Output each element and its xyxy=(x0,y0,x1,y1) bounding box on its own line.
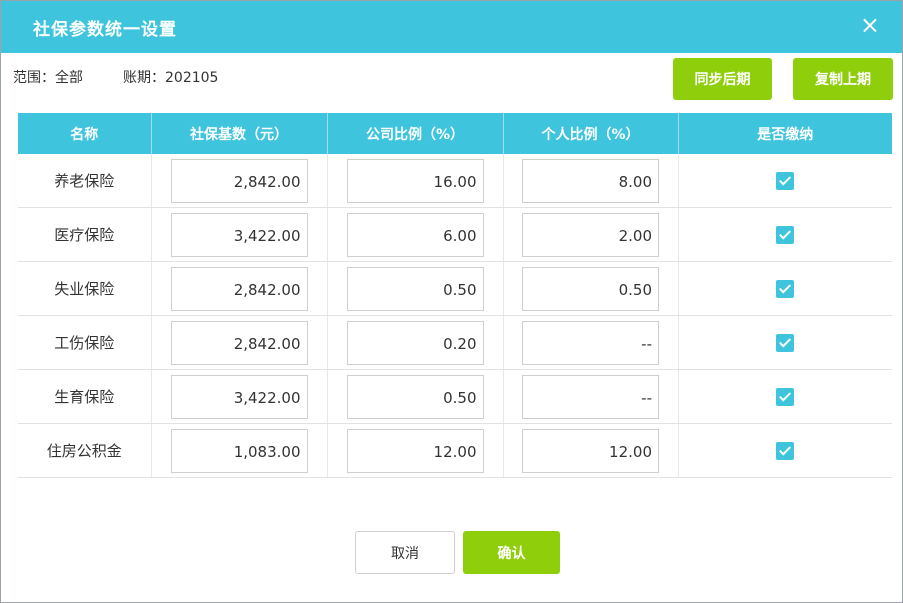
table-row: 住房公积金 1,083.00 12.00 12.00 xyxy=(18,423,892,478)
column-header-name: 名称 xyxy=(18,113,152,154)
company-rate-input[interactable]: 0.50 xyxy=(346,374,484,419)
column-header-paid: 是否缴纳 xyxy=(678,113,892,154)
paid-checkbox[interactable] xyxy=(776,333,795,352)
personal-rate-input[interactable]: 8.00 xyxy=(522,158,659,203)
settings-dialog: 社保参数统一设置 × 范围：全部 账期：202105 同步后期 复制上期 名称 … xyxy=(0,0,903,603)
row-name: 住房公积金 xyxy=(18,423,152,478)
base-input[interactable]: 2,842.00 xyxy=(170,158,308,203)
personal-rate-input[interactable]: -- xyxy=(522,320,659,365)
table-row: 养老保险 2,842.00 16.00 8.00 xyxy=(18,154,892,208)
paid-checkbox[interactable] xyxy=(776,441,795,460)
column-header-base: 社保基数（元） xyxy=(151,113,328,154)
insurance-table: 名称 社保基数（元） 公司比例（%） 个人比例（%） 是否缴纳 养老保险 2,8… xyxy=(18,113,892,478)
confirm-button[interactable]: 确认 xyxy=(463,531,560,574)
base-input[interactable]: 3,422.00 xyxy=(170,212,308,257)
scope-label: 范围：全部 xyxy=(13,70,83,86)
row-name: 养老保险 xyxy=(18,154,152,208)
paid-checkbox[interactable] xyxy=(776,171,795,190)
company-rate-input[interactable]: 16.00 xyxy=(346,158,484,203)
period-label: 账期：202105 xyxy=(123,70,219,86)
row-name: 工伤保险 xyxy=(18,315,152,370)
personal-rate-input[interactable]: -- xyxy=(522,374,659,419)
company-rate-input[interactable]: 6.00 xyxy=(346,212,484,257)
company-rate-input[interactable]: 0.20 xyxy=(346,320,484,365)
table-row: 失业保险 2,842.00 0.50 0.50 xyxy=(18,261,892,316)
base-input[interactable]: 2,842.00 xyxy=(170,320,308,365)
copy-previous-button[interactable]: 复制上期 xyxy=(793,58,893,100)
table-row: 生育保险 3,422.00 0.50 -- xyxy=(18,369,892,424)
base-input[interactable]: 2,842.00 xyxy=(170,266,308,311)
row-name: 医疗保险 xyxy=(18,207,152,262)
row-name: 失业保险 xyxy=(18,261,152,316)
table-row: 医疗保险 3,422.00 6.00 2.00 xyxy=(18,207,892,262)
company-rate-input[interactable]: 12.00 xyxy=(346,428,484,473)
paid-checkbox[interactable] xyxy=(776,387,795,406)
column-header-company-rate: 公司比例（%） xyxy=(327,113,504,154)
paid-checkbox[interactable] xyxy=(776,225,795,244)
personal-rate-input[interactable]: 12.00 xyxy=(522,428,659,473)
personal-rate-input[interactable]: 2.00 xyxy=(522,212,659,257)
table-row: 工伤保险 2,842.00 0.20 -- xyxy=(18,315,892,370)
cancel-button[interactable]: 取消 xyxy=(355,531,455,574)
sync-later-button[interactable]: 同步后期 xyxy=(673,58,772,100)
column-header-personal-rate: 个人比例（%） xyxy=(503,113,679,154)
base-input[interactable]: 3,422.00 xyxy=(170,374,308,419)
base-input[interactable]: 1,083.00 xyxy=(170,428,308,473)
personal-rate-input[interactable]: 0.50 xyxy=(522,266,659,311)
company-rate-input[interactable]: 0.50 xyxy=(346,266,484,311)
dialog-title: 社保参数统一设置 xyxy=(33,20,177,40)
close-icon[interactable]: × xyxy=(860,13,880,37)
table-header-row: 名称 社保基数（元） 公司比例（%） 个人比例（%） 是否缴纳 xyxy=(18,113,892,154)
row-name: 生育保险 xyxy=(18,369,152,424)
paid-checkbox[interactable] xyxy=(776,279,795,298)
dialog-titlebar: 社保参数统一设置 × xyxy=(1,1,902,53)
